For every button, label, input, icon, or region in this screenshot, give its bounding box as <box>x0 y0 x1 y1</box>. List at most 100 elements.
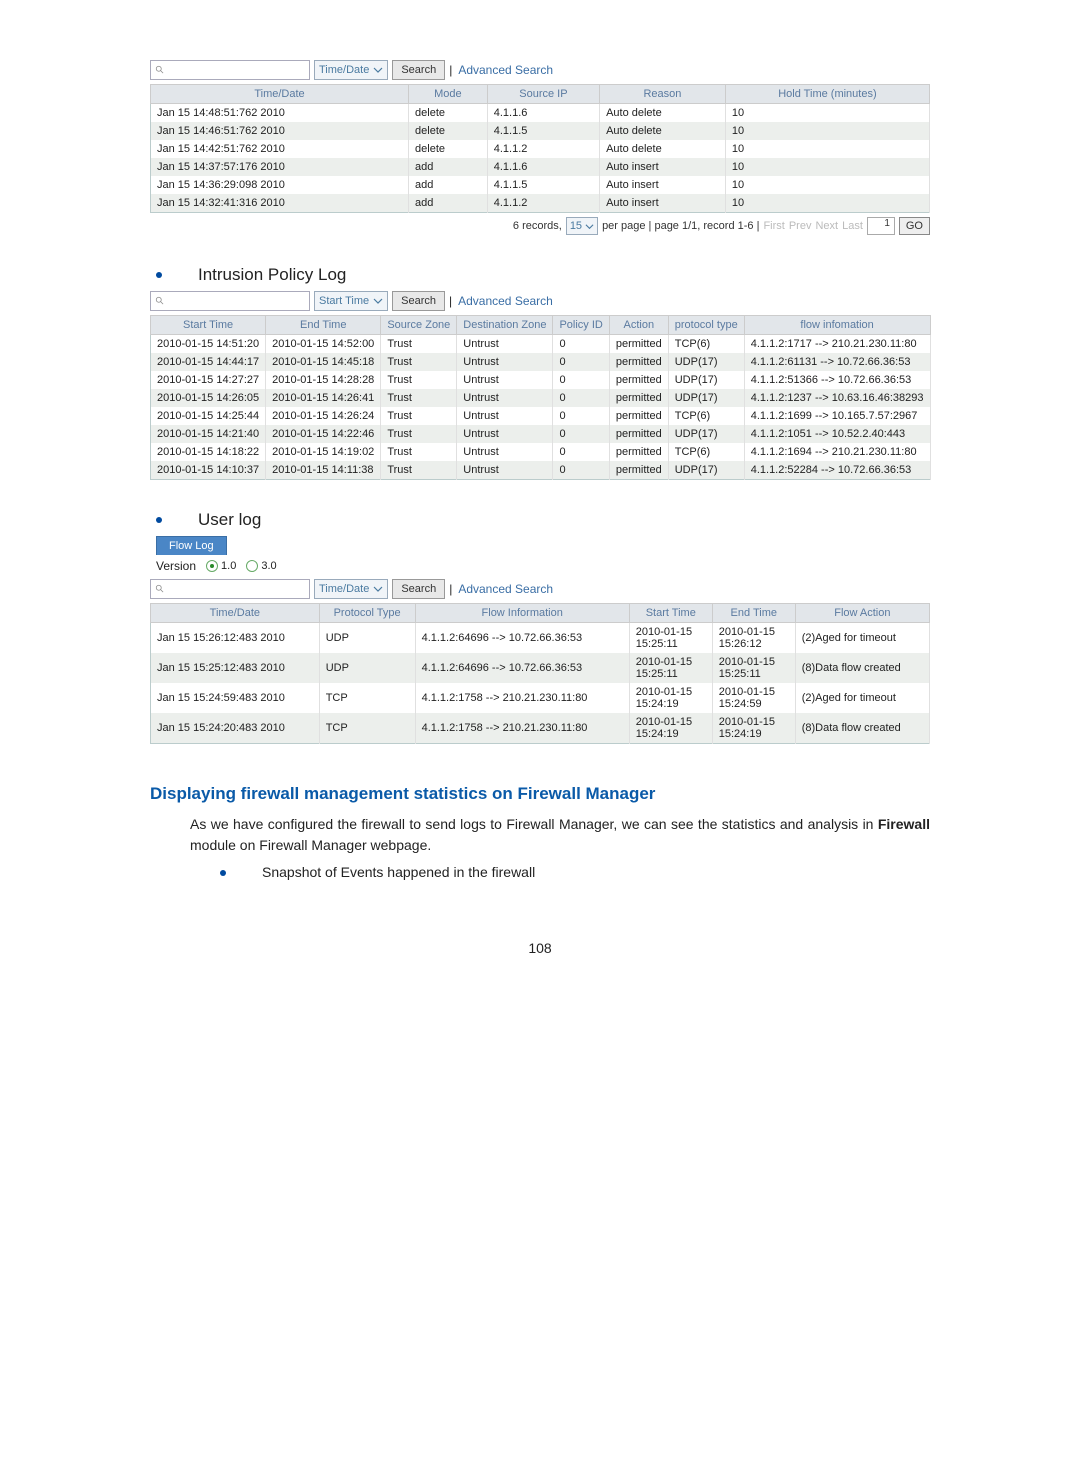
para-part-1: As we have configured the firewall to se… <box>190 816 878 832</box>
para-bold: Firewall <box>878 816 930 832</box>
table-cell: 4.1.1.2:1758 --> 210.21.230.11:80 <box>415 713 629 744</box>
version-label: Version <box>156 559 196 573</box>
table-cell: Untrust <box>457 389 553 407</box>
table-row: Jan 15 14:48:51:762 2010delete4.1.1.6Aut… <box>151 104 930 123</box>
table-cell: 2010-01-1515:25:11 <box>629 623 712 654</box>
chevron-down-icon <box>373 296 383 306</box>
table-cell: 4.1.1.2:64696 --> 10.72.66.36:53 <box>415 653 629 683</box>
table-cell: Trust <box>381 407 457 425</box>
search-button[interactable]: Search <box>392 60 445 80</box>
table-cell: permitted <box>609 335 668 354</box>
table-cell: TCP <box>319 683 415 713</box>
table-cell: TCP(6) <box>668 335 744 354</box>
table-cell: 4.1.1.2:61131 --> 10.72.66.36:53 <box>744 353 930 371</box>
field-select[interactable]: Time/Date <box>314 60 388 80</box>
table-cell: Auto insert <box>600 158 726 176</box>
table-cell: 10 <box>725 158 929 176</box>
table-cell: 2010-01-1515:24:19 <box>629 683 712 713</box>
table-cell: 4.1.1.5 <box>487 122 599 140</box>
chevron-down-icon <box>585 222 594 231</box>
advanced-search-link[interactable]: Advanced Search <box>458 294 553 308</box>
table-cell: Untrust <box>457 425 553 443</box>
go-button[interactable]: GO <box>899 217 930 235</box>
table-cell: 0 <box>553 461 609 480</box>
search-button[interactable]: Search <box>392 579 445 599</box>
table-cell: UDP(17) <box>668 389 744 407</box>
per-page-select[interactable]: 15 <box>566 217 598 235</box>
divider: | <box>449 294 452 308</box>
column-header: Start Time <box>151 316 266 335</box>
column-header: End Time <box>712 604 795 623</box>
column-header: End Time <box>266 316 381 335</box>
chevron-down-icon <box>373 584 383 594</box>
table-row: 2010-01-15 14:25:442010-01-15 14:26:24Tr… <box>151 407 931 425</box>
page-number: 108 <box>150 940 930 956</box>
table-cell: Trust <box>381 389 457 407</box>
column-header: Source Zone <box>381 316 457 335</box>
table-cell: 10 <box>725 194 929 213</box>
table-cell: 2010-01-15 14:10:37 <box>151 461 266 480</box>
search-input[interactable] <box>150 579 310 599</box>
table-cell: 4.1.1.6 <box>487 158 599 176</box>
table-cell: Untrust <box>457 443 553 461</box>
table-cell: 2010-01-15 14:27:27 <box>151 371 266 389</box>
table-cell: UDP(17) <box>668 353 744 371</box>
table-cell: 2010-01-1515:26:12 <box>712 623 795 654</box>
table-cell: 2010-01-15 14:11:38 <box>266 461 381 480</box>
table-cell: 2010-01-1515:25:11 <box>712 653 795 683</box>
table-cell: delete <box>409 104 488 123</box>
table-cell: 10 <box>725 176 929 194</box>
field-select[interactable]: Start Time <box>314 291 388 311</box>
divider: | <box>449 582 452 596</box>
table-cell: Jan 15 14:37:57:176 2010 <box>151 158 409 176</box>
table-cell: 2010-01-15 14:19:02 <box>266 443 381 461</box>
field-select-value: Time/Date <box>319 583 369 595</box>
table-cell: UDP(17) <box>668 461 744 480</box>
table-cell: 0 <box>553 407 609 425</box>
table-cell: add <box>409 158 488 176</box>
divider: | <box>449 63 452 77</box>
table-cell: Untrust <box>457 461 553 480</box>
flow-log-table: Time/DateProtocol TypeFlow InformationSt… <box>150 603 930 744</box>
table-cell: 2010-01-15 14:21:40 <box>151 425 266 443</box>
table-cell: 0 <box>553 425 609 443</box>
table-row: Jan 15 15:25:12:483 2010UDP4.1.1.2:64696… <box>151 653 930 683</box>
table-cell: TCP(6) <box>668 443 744 461</box>
table-row: 2010-01-15 14:51:202010-01-15 14:52:00Tr… <box>151 335 931 354</box>
table-cell: UDP(17) <box>668 425 744 443</box>
table-row: 2010-01-15 14:44:172010-01-15 14:45:18Tr… <box>151 353 931 371</box>
pager-next: Next <box>815 220 838 232</box>
search-input[interactable] <box>150 291 310 311</box>
radio-icon <box>206 560 218 572</box>
table-cell: Untrust <box>457 353 553 371</box>
table-cell: Jan 15 14:46:51:762 2010 <box>151 122 409 140</box>
blacklist-log-table: Time/DateModeSource IPReasonHold Time (m… <box>150 84 930 213</box>
page-input[interactable]: 1 <box>867 217 895 235</box>
version-1.0-radio[interactable]: 1.0 <box>206 560 236 572</box>
version-3.0-radio[interactable]: 3.0 <box>246 560 276 572</box>
table-cell: Auto insert <box>600 194 726 213</box>
table-cell: 0 <box>553 443 609 461</box>
tab-flow-log[interactable]: Flow Log <box>156 536 227 555</box>
table-cell: 2010-01-15 14:25:44 <box>151 407 266 425</box>
radio-icon <box>246 560 258 572</box>
column-header: Mode <box>409 85 488 104</box>
pager-text: per page | page 1/1, record 1-6 | <box>602 220 759 232</box>
table-cell: UDP <box>319 653 415 683</box>
advanced-search-link[interactable]: Advanced Search <box>458 582 553 596</box>
field-select[interactable]: Time/Date <box>314 579 388 599</box>
para-part-2: module on Firewall Manager webpage. <box>190 837 431 853</box>
bullet-icon <box>156 517 162 523</box>
column-header: Hold Time (minutes) <box>725 85 929 104</box>
table-cell: 4.1.1.5 <box>487 176 599 194</box>
table-cell: Auto delete <box>600 122 726 140</box>
table-cell: 2010-01-15 14:18:22 <box>151 443 266 461</box>
table-row: 2010-01-15 14:21:402010-01-15 14:22:46Tr… <box>151 425 931 443</box>
table-cell: 10 <box>725 140 929 158</box>
search-button[interactable]: Search <box>392 291 445 311</box>
search-input[interactable] <box>150 60 310 80</box>
per-page-value: 15 <box>570 220 582 232</box>
advanced-search-link[interactable]: Advanced Search <box>458 63 553 77</box>
search-icon <box>155 65 165 75</box>
table-cell: 4.1.1.2 <box>487 194 599 213</box>
